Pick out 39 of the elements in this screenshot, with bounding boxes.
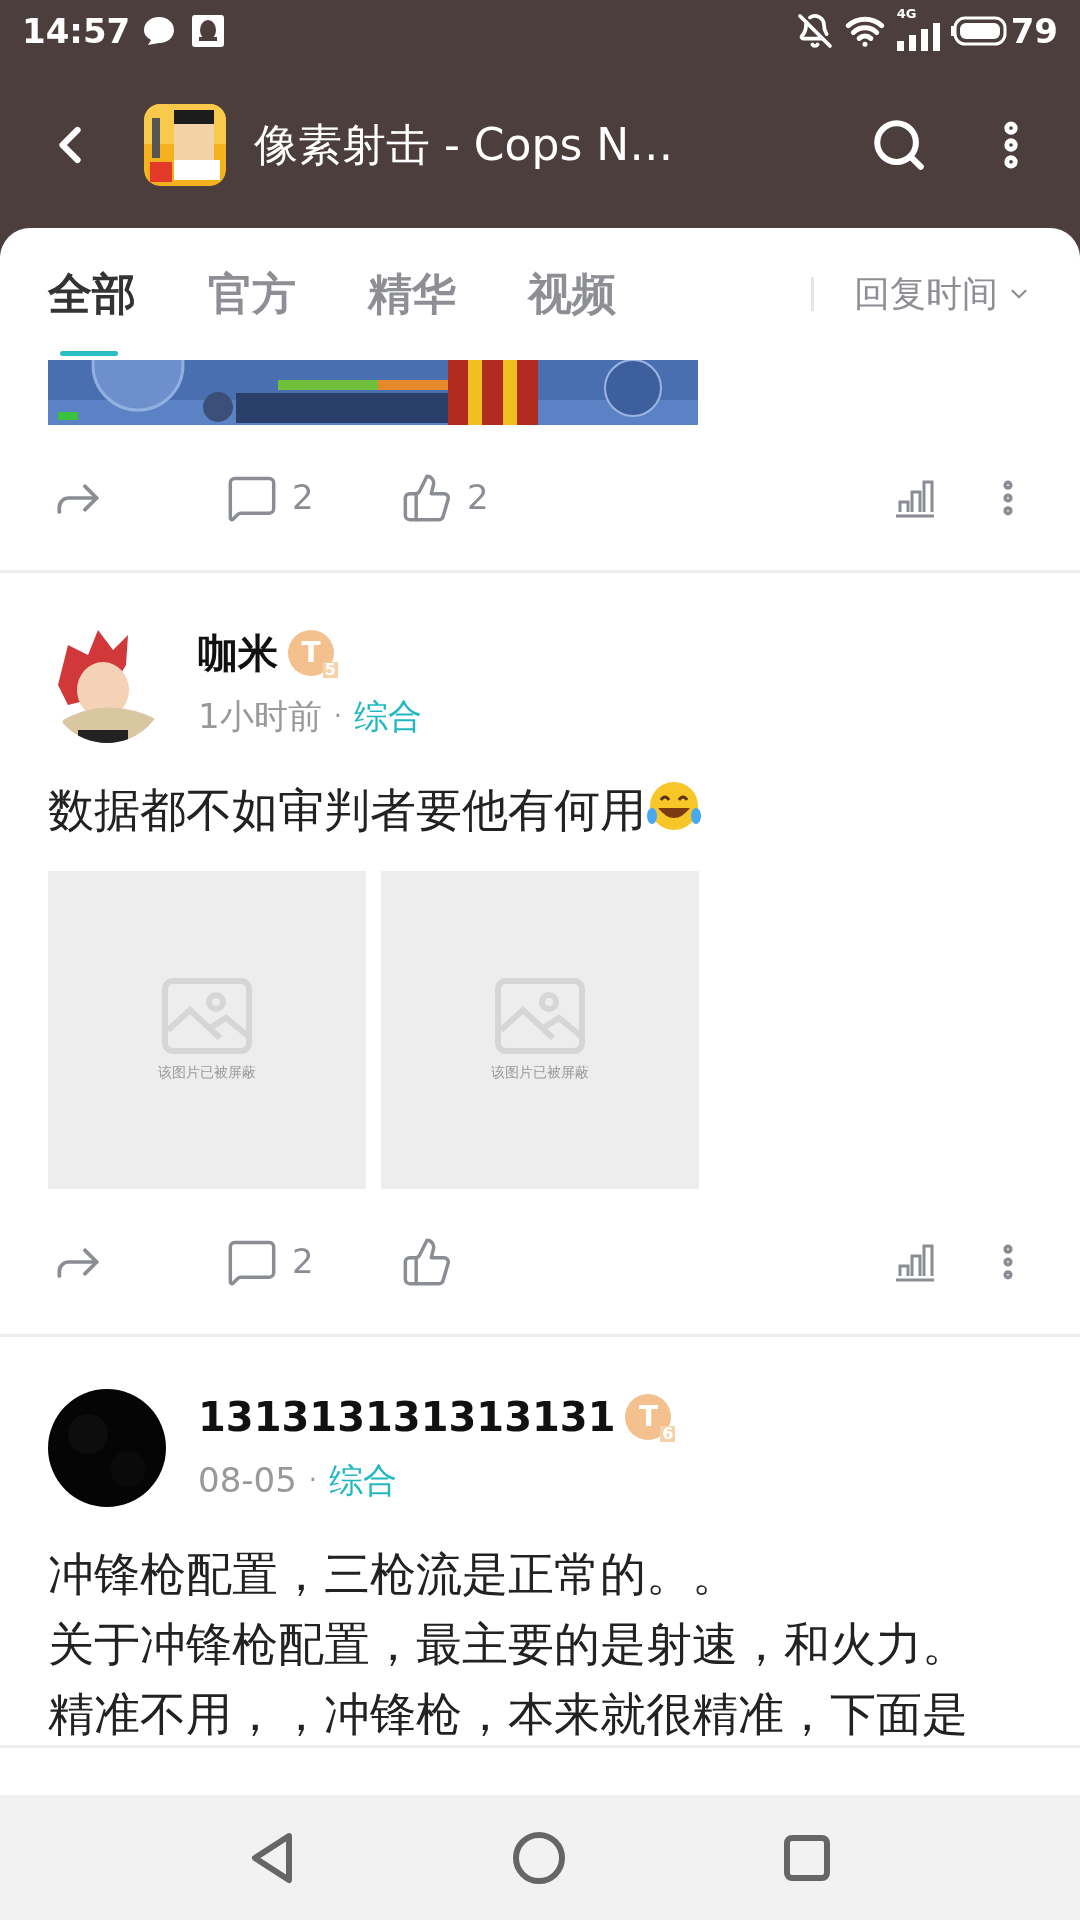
sort-dropdown[interactable]: 回复时间 (854, 267, 1032, 321)
status-time: 14:57 (22, 9, 131, 53)
tab[interactable]: 官方 (208, 228, 296, 360)
tab[interactable]: 精华 (368, 228, 456, 360)
image-placeholder[interactable]: 该图片已被屏蔽 (381, 871, 699, 1189)
post-time: 08-05 (198, 1459, 297, 1502)
tab[interactable]: 全部 (48, 228, 136, 360)
category-link[interactable]: 综合 (353, 691, 422, 742)
post-time: 1小时前 (198, 695, 322, 738)
tab-indicator (60, 351, 118, 356)
penguin-icon (192, 15, 225, 47)
comment-count: 2 (292, 1240, 314, 1283)
like-count: 2 (467, 476, 489, 519)
post-text: 关于冲锋枪配置，最主要的是射速，和火力。 (48, 1616, 969, 1673)
author-name[interactable]: 咖米 (198, 623, 278, 683)
tab[interactable]: 视频 (528, 228, 616, 360)
laughing-emoji-icon (646, 780, 702, 832)
image-placeholder[interactable]: 该图片已被屏蔽 (48, 871, 366, 1189)
post-text: 冲锋枪配置，三枪流是正常的。。 (48, 1546, 739, 1603)
image-caption: 该图片已被屏蔽 (491, 1062, 589, 1082)
battery-level: 79 (1010, 9, 1058, 53)
image-icon (495, 977, 585, 1054)
post-text: 数据都不如审判者要他有何用 (48, 779, 1032, 841)
home-nav-icon[interactable] (512, 1830, 566, 1885)
post-text: 精准不用，，冲锋枪，本来就很精准，下面是 (48, 1686, 969, 1743)
category-link[interactable]: 综合 (329, 1455, 398, 1506)
chat-bubble-icon (142, 15, 177, 47)
comment-count: 2 (292, 476, 314, 519)
image-icon (162, 977, 252, 1054)
bell-off-icon (796, 13, 833, 49)
battery-icon (950, 16, 1007, 46)
separator-dot: · (308, 1464, 318, 1497)
image-caption: 该图片已被屏蔽 (158, 1062, 256, 1082)
network-label: 4G (896, 7, 917, 20)
author-name[interactable]: 131313131313131 (198, 1387, 616, 1447)
signal-icon (896, 23, 941, 51)
page-title: 像素射击 - Cops N… (254, 118, 674, 172)
recents-nav-icon[interactable] (783, 1833, 832, 1882)
separator-dot: · (333, 700, 342, 733)
